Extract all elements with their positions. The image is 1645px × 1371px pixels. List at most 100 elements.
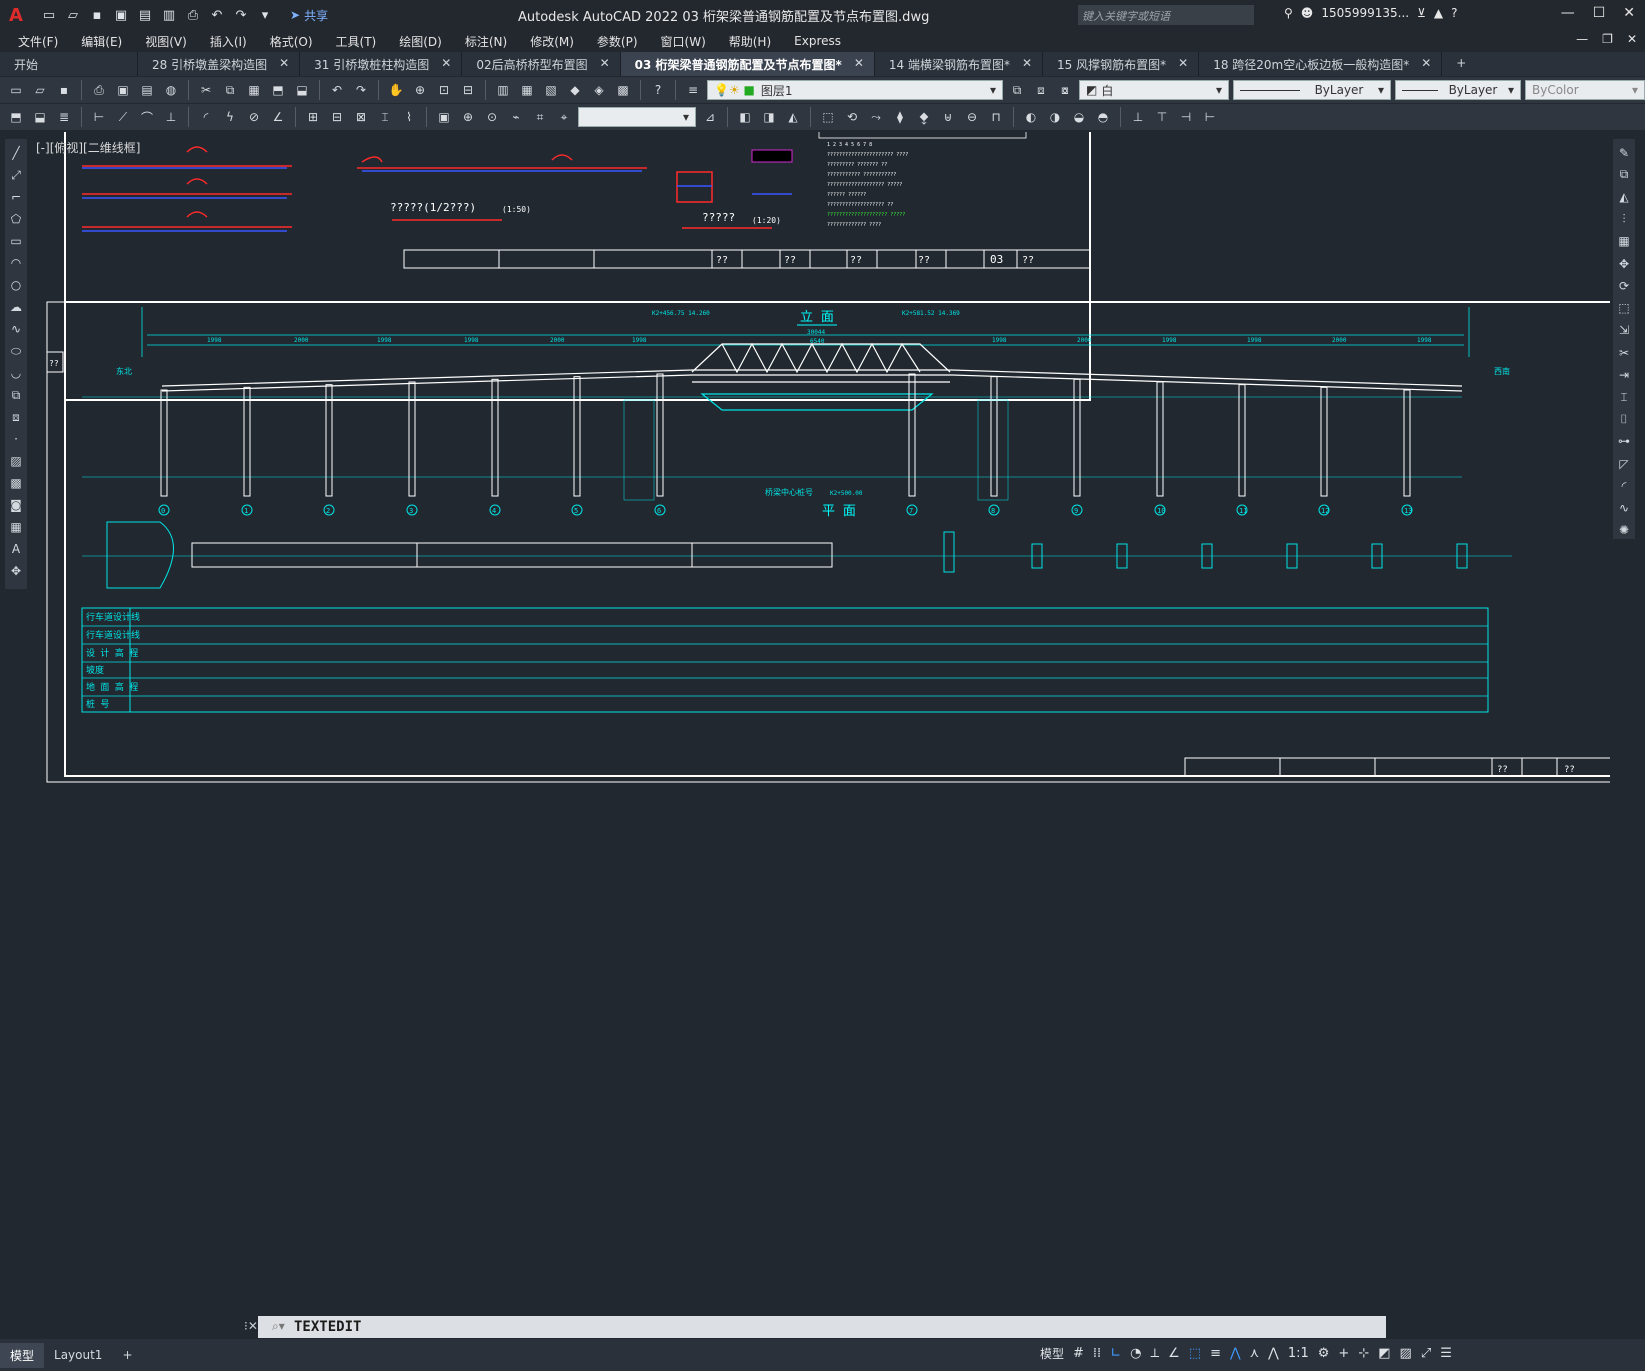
- angular-dim-icon[interactable]: ∠: [268, 107, 288, 127]
- file-tab-0[interactable]: 开始: [0, 52, 138, 76]
- table-icon[interactable]: ▦: [7, 518, 25, 536]
- ordinate-dim-icon[interactable]: ⊥: [161, 107, 181, 127]
- menu-item-8[interactable]: 修改(M): [530, 33, 574, 50]
- block-editor-icon[interactable]: ⬓: [292, 80, 312, 100]
- erase-icon[interactable]: ✎: [1615, 144, 1633, 161]
- grid-icon[interactable]: #: [1073, 1346, 1084, 1361]
- search-input[interactable]: 键入关键字或短语: [1078, 5, 1254, 25]
- linear-dim-icon[interactable]: ⊢: [89, 107, 109, 127]
- file-tab-6[interactable]: 15 风撑钢筋布置图* ✕: [1043, 52, 1200, 76]
- ellipse-arc-icon[interactable]: ◡: [7, 364, 25, 382]
- annotation-visibility-icon[interactable]: ⋀: [1230, 1346, 1241, 1361]
- dim-edit-icon[interactable]: ⌗: [530, 107, 550, 127]
- lineweight-dropdown[interactable]: ByLayer ▾: [1395, 80, 1521, 100]
- save-as-icon[interactable]: ▣: [112, 6, 130, 24]
- cut-icon[interactable]: ✂: [196, 80, 216, 100]
- plotstyle-dropdown[interactable]: ByColor ▾: [1525, 80, 1645, 100]
- layout-tab-model[interactable]: 模型: [0, 1342, 45, 1368]
- command-recent-icon[interactable]: ⌕▾: [272, 1319, 285, 1334]
- offset-icon[interactable]: ⫶: [1615, 211, 1633, 228]
- break-icon[interactable]: ⌷: [1615, 411, 1633, 428]
- plot-icon[interactable]: ⎙: [89, 80, 109, 100]
- zoom-realtime-icon[interactable]: ⊕: [410, 80, 430, 100]
- linetype-dropdown[interactable]: ByLayer ▾: [1233, 80, 1391, 100]
- osnap-icon[interactable]: ⬚: [1189, 1346, 1201, 1361]
- clip-icon[interactable]: ⬓: [30, 107, 50, 127]
- make-current-icon[interactable]: ⧉: [1007, 80, 1027, 100]
- workspace-gear-icon[interactable]: ⚙: [1318, 1346, 1330, 1361]
- presspull-icon[interactable]: ⧪: [914, 107, 934, 127]
- realistic-icon[interactable]: ◑: [1045, 107, 1065, 127]
- intersect-icon[interactable]: ⊓: [986, 107, 1006, 127]
- menu-item-9[interactable]: 参数(P): [597, 33, 638, 50]
- blend-icon[interactable]: ∿: [1615, 500, 1633, 517]
- box-icon[interactable]: ◧: [735, 107, 755, 127]
- ucs-face-icon[interactable]: ⊣: [1176, 107, 1196, 127]
- zoom-previous-icon[interactable]: ⊟: [458, 80, 478, 100]
- properties-icon[interactable]: ▥: [493, 80, 513, 100]
- open-folder-icon[interactable]: ▱: [64, 6, 82, 24]
- jogged-dim-icon[interactable]: ϟ: [220, 107, 240, 127]
- copy-icon[interactable]: ⧉: [220, 80, 240, 100]
- annotation-scale-icon[interactable]: ⋀: [1268, 1346, 1279, 1361]
- inspect-icon[interactable]: ⊙: [482, 107, 502, 127]
- paste-icon[interactable]: ▦: [244, 80, 264, 100]
- arc-icon[interactable]: ◠: [7, 254, 25, 272]
- file-tab-1[interactable]: 28 引桥墩盖梁构造图 ✕: [138, 52, 301, 76]
- match-prop-icon[interactable]: ⬒: [268, 80, 288, 100]
- 3dprint-icon[interactable]: ◍: [161, 80, 181, 100]
- shaded-icon[interactable]: ◓: [1093, 107, 1113, 127]
- lineweight-icon[interactable]: ≡: [1210, 1346, 1221, 1361]
- arc-length-icon[interactable]: ⌒: [137, 107, 157, 127]
- dim-style-dropdown[interactable]: ▾: [578, 107, 696, 127]
- make-block-icon[interactable]: ⧈: [7, 408, 25, 426]
- dim-space-icon[interactable]: ⌶: [375, 107, 395, 127]
- jogged-linear-icon[interactable]: ⌁: [506, 107, 526, 127]
- quickcalc-icon[interactable]: ▩: [613, 80, 633, 100]
- copy-icon[interactable]: ⧉: [1615, 166, 1633, 183]
- markup-icon[interactable]: ◈: [589, 80, 609, 100]
- ucs-icon[interactable]: ⊥: [1128, 107, 1148, 127]
- menu-item-12[interactable]: Express: [794, 34, 841, 48]
- tab-close-icon[interactable]: ✕: [600, 56, 610, 76]
- array-icon[interactable]: ▦: [1615, 233, 1633, 250]
- preview-icon[interactable]: ▣: [113, 80, 133, 100]
- doc-minimize-icon[interactable]: —: [1576, 32, 1588, 46]
- color-dropdown[interactable]: ◩ 白 ▾: [1079, 80, 1229, 100]
- auto-scale-icon[interactable]: ⋏: [1250, 1346, 1260, 1361]
- polygon-icon[interactable]: ⬠: [7, 210, 25, 228]
- model-space-button[interactable]: 模型: [1040, 1345, 1064, 1362]
- subtract-icon[interactable]: ⊖: [962, 107, 982, 127]
- menu-item-2[interactable]: 视图(V): [145, 33, 187, 50]
- menu-item-3[interactable]: 插入(I): [210, 33, 247, 50]
- construction-line-icon[interactable]: ⤢: [7, 166, 25, 184]
- share-button[interactable]: ➤ 共享: [290, 7, 328, 24]
- join-icon[interactable]: ⊶: [1615, 433, 1633, 450]
- stretch-icon[interactable]: ⇲: [1615, 322, 1633, 339]
- autodesk-app-icon[interactable]: ▲: [1434, 6, 1443, 20]
- tolerance-icon[interactable]: ▣: [434, 107, 454, 127]
- command-line-handle-icon[interactable]: ⁝✕: [244, 1319, 258, 1333]
- menu-item-4[interactable]: 格式(O): [270, 33, 313, 50]
- aligned-dim-icon[interactable]: ⟋: [113, 107, 133, 127]
- layer-iso-icon[interactable]: ⧇: [1055, 80, 1075, 100]
- add-selected-icon[interactable]: ✥: [7, 562, 25, 580]
- continue-dim-icon[interactable]: ⊠: [351, 107, 371, 127]
- tab-close-icon[interactable]: ✕: [1178, 56, 1188, 76]
- sweep-icon[interactable]: ⤳: [866, 107, 886, 127]
- insert-block-icon[interactable]: ⧉: [7, 386, 25, 404]
- graphics-icon[interactable]: ▨: [1400, 1346, 1412, 1361]
- file-tab-7[interactable]: 18 跨径20m空心板边板一般构造图* ✕: [1199, 52, 1443, 76]
- osnap-tracking-icon[interactable]: ∠: [1168, 1346, 1180, 1361]
- snap-icon[interactable]: ⁞⁞: [1093, 1346, 1101, 1361]
- menu-item-7[interactable]: 标注(N): [465, 33, 507, 50]
- menu-item-6[interactable]: 绘图(D): [399, 33, 442, 50]
- tab-close-icon[interactable]: ✕: [441, 56, 451, 76]
- design-center-icon[interactable]: ▦: [517, 80, 537, 100]
- open-icon[interactable]: ▱: [30, 80, 50, 100]
- line-icon[interactable]: ╱: [7, 144, 25, 162]
- file-tab-3[interactable]: 02后高桥桥型布置图 ✕: [462, 52, 621, 76]
- move-icon[interactable]: ✥: [1615, 255, 1633, 272]
- customization-icon[interactable]: ☰: [1440, 1346, 1452, 1361]
- undo-icon[interactable]: ↶: [327, 80, 347, 100]
